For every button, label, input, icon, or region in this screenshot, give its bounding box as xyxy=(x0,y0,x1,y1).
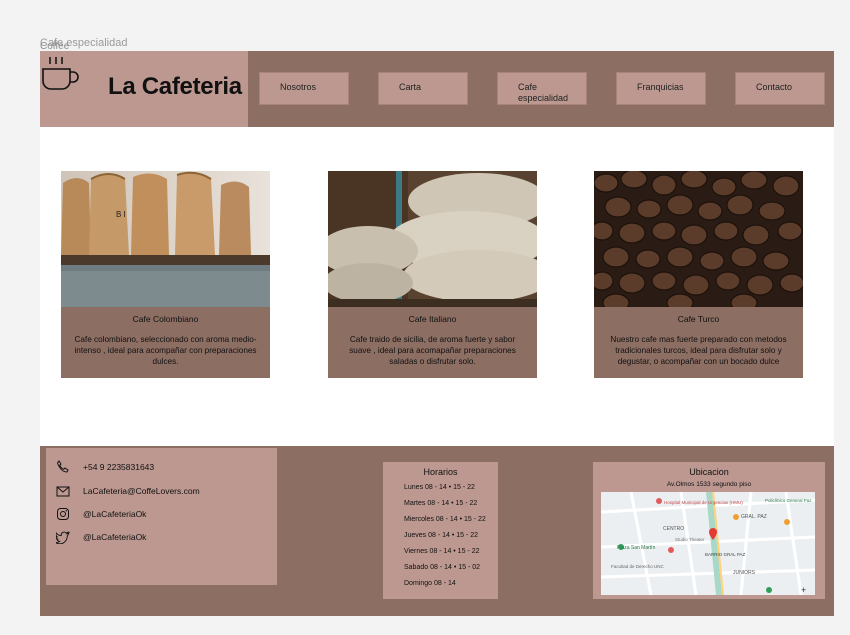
phone-text: +54 9 2235831643 xyxy=(83,462,155,472)
card-title: Cafe Colombiano xyxy=(132,314,199,324)
hours-box: Horarios Lunes 08 - 14 • 15 - 22 Martes … xyxy=(383,462,498,599)
hours-line: Miercoles 08 - 14 • 15 - 22 xyxy=(404,516,486,523)
hours-line: Viernes 08 - 14 • 15 - 22 xyxy=(404,548,480,555)
hours-line: Sabado 08 - 14 • 15 - 02 xyxy=(404,564,481,571)
map-label-centro: CENTRO xyxy=(663,526,684,532)
map-label-plaza: Plaza San Martín xyxy=(617,545,656,551)
hours-line: Martes 08 - 14 • 15 - 22 xyxy=(404,500,478,507)
hours-line: Jueves 08 - 14 • 15 - 22 xyxy=(404,532,479,539)
map-label-barrio: BARRIO GRAL PAZ xyxy=(705,552,746,557)
header: La Cafeteria Nosotros Carta Cafe especia… xyxy=(40,51,834,127)
hours-line: Domingo 08 - 14 xyxy=(404,580,456,587)
nav-nosotros[interactable]: Nosotros xyxy=(259,72,349,105)
nav-cafe-especialidad[interactable]: Cafe especialidad xyxy=(497,72,587,105)
card-description: Nuestro cafe mas fuerte preparado con me… xyxy=(610,335,787,366)
product-card-italiano[interactable]: Cafe Italiano Cafe traido de sicilia, de… xyxy=(328,171,537,378)
product-card-colombiano[interactable]: B I Cafe Colombiano Cafe colombiano, sel… xyxy=(61,171,270,378)
email-text: LaCafeteria@CoffeLovers.com xyxy=(83,486,200,496)
nav-contacto[interactable]: Contacto xyxy=(735,72,825,105)
mail-icon xyxy=(56,486,70,497)
map-label-paz: GRAL. PAZ xyxy=(741,514,767,520)
twitter-icon xyxy=(56,531,70,544)
svg-text:B I: B I xyxy=(116,210,126,219)
location-address: Av.Olmos 1533 segundo piso xyxy=(666,481,752,488)
map-label-juniors: JUNIORS xyxy=(733,570,756,576)
coffee-sacks-shelf-image: B I xyxy=(61,171,270,307)
map-label-hospital: Hospital Municipal de Urgencias (HMU) xyxy=(664,500,743,505)
phone-icon xyxy=(56,460,69,473)
nav-carta[interactable]: Carta xyxy=(378,72,468,105)
brand[interactable]: La Cafeteria xyxy=(40,51,248,127)
coffee-sacks-stack-image xyxy=(328,171,537,307)
footer: +54 9 2235831643 LaCafeteria@CoffeLovers… xyxy=(40,446,834,616)
location-map[interactable]: Hospital Municipal de Urgencias (HMU) CE… xyxy=(601,492,815,595)
twitter-text: @LaCafeteriaOk xyxy=(83,532,147,542)
map-zoom-in-button[interactable]: + xyxy=(801,585,806,595)
card-description: Cafe traido de sicilia, de aroma fuerte … xyxy=(349,335,516,366)
location-box: Ubicacion Av.Olmos 1533 segundo piso Hos… xyxy=(593,462,825,599)
card-description: Cafe colombiano, seleccionado con aroma … xyxy=(74,335,257,366)
instagram-icon xyxy=(57,508,69,520)
coffee-beans-image xyxy=(594,171,803,307)
map-label-facultad: Facultad de Derecho UNC xyxy=(611,564,665,569)
contact-box: +54 9 2235831643 LaCafeteria@CoffeLovers… xyxy=(46,448,277,585)
card-title: Cafe Italiano xyxy=(408,314,457,324)
product-card-turco[interactable]: Cafe Turco Nuestro cafe mas fuerte prepa… xyxy=(594,171,803,378)
map-label-policlinico: Policlínico General Paz xyxy=(765,498,812,503)
map-label-teatro: Studio Theater xyxy=(675,537,705,542)
hours-line: Lunes 08 - 14 • 15 - 22 xyxy=(404,484,475,491)
nav-franquicias[interactable]: Franquicias xyxy=(616,72,706,105)
page: La Cafeteria Nosotros Carta Cafe especia… xyxy=(40,51,834,616)
brand-title: La Cafeteria xyxy=(108,73,242,100)
card-title: Cafe Turco xyxy=(677,314,720,324)
hours-title: Horarios xyxy=(423,467,458,477)
coffee-cup-icon xyxy=(42,57,79,90)
location-title: Ubicacion xyxy=(689,467,729,477)
instagram-text: @LaCafeteriaOk xyxy=(83,509,147,519)
